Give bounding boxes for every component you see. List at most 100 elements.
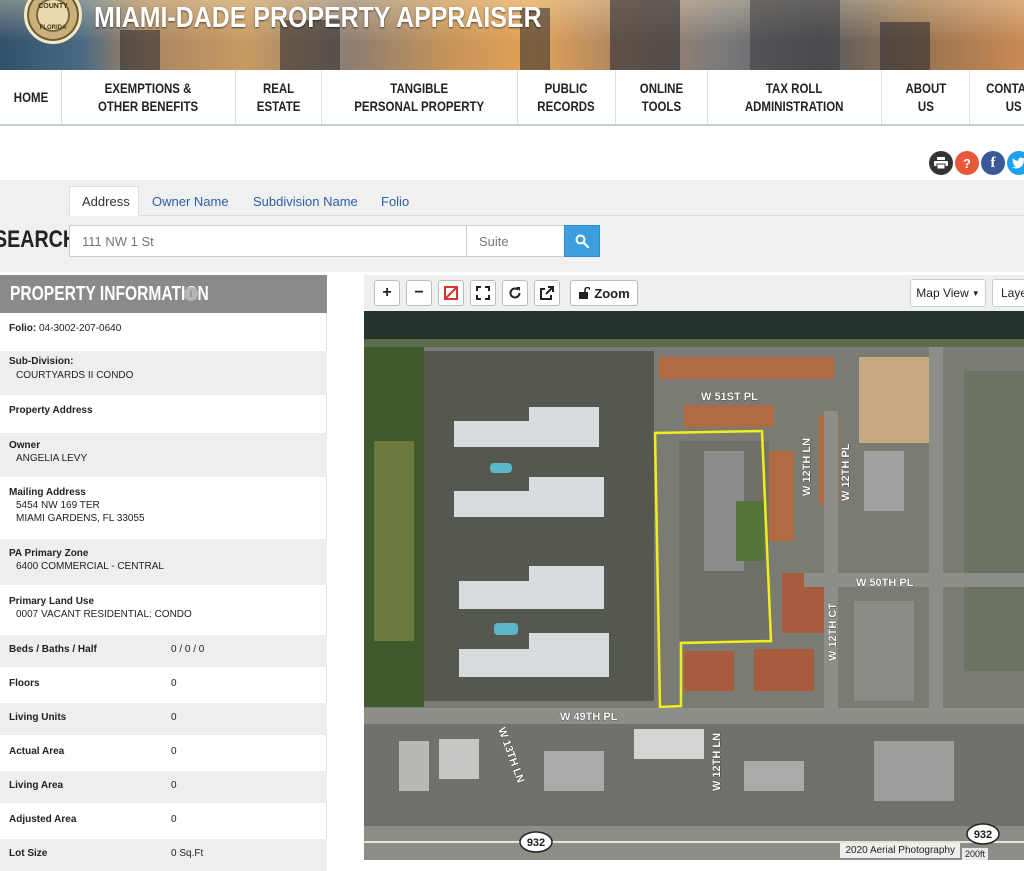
street-label-w-49th-pl: W 49TH PL bbox=[560, 711, 618, 723]
building bbox=[744, 761, 804, 791]
stat-value: 0 bbox=[171, 678, 177, 689]
refresh-icon bbox=[509, 287, 521, 299]
stat-row-floors: Floors 0 bbox=[0, 669, 327, 701]
stat-label: Beds / Baths / Half bbox=[9, 644, 97, 655]
address-search-input[interactable] bbox=[69, 225, 467, 257]
stat-label: Floors bbox=[9, 678, 40, 689]
building bbox=[634, 729, 704, 759]
nav-item-exemptions[interactable]: EXEMPTIONS & OTHER BENEFITS bbox=[62, 70, 236, 124]
road-w-12th-ct bbox=[824, 411, 838, 711]
main-nav: HOME EXEMPTIONS & OTHER BENEFITS REAL ES… bbox=[0, 70, 1024, 126]
route-shield-label: 932 bbox=[974, 829, 992, 841]
twitter-icon[interactable] bbox=[1007, 151, 1024, 175]
nav-item-home[interactable]: HOME bbox=[0, 70, 62, 124]
nav-label: EXEMPTIONS & OTHER BENEFITS bbox=[98, 80, 199, 114]
select-tool-button[interactable] bbox=[438, 280, 464, 306]
info-icon[interactable]: i bbox=[184, 287, 198, 301]
primary-zone-value: 6400 COMMERCIAL - CENTRAL bbox=[16, 561, 164, 572]
property-info-panel: PROPERTY INFORMATION i Folio: 04-3002-20… bbox=[0, 275, 327, 871]
owner-label: Owner bbox=[9, 440, 41, 451]
roof-row bbox=[684, 405, 774, 427]
pool bbox=[494, 623, 518, 635]
neighborhood bbox=[964, 371, 1024, 671]
export-button[interactable] bbox=[534, 280, 560, 306]
street-label-w-12th-ln-south: W 12TH LN bbox=[711, 733, 723, 791]
subdivision-row: Sub-Division: COURTYARDS II CONDO bbox=[0, 351, 327, 395]
nav-item-contact[interactable]: CONTACT US bbox=[970, 70, 1024, 124]
condo-building bbox=[529, 477, 604, 499]
road-w-49th-pl bbox=[364, 708, 1024, 724]
facebook-icon[interactable]: f bbox=[981, 151, 1005, 175]
owner-row: Owner ANGELIA LEVY bbox=[0, 433, 327, 477]
building bbox=[399, 741, 429, 791]
zoom-out-button[interactable]: − bbox=[406, 280, 432, 306]
suite-input[interactable] bbox=[466, 225, 565, 257]
seal-text-top: COUNTY bbox=[38, 3, 68, 10]
street-label-w-50th-pl: W 50TH PL bbox=[856, 577, 914, 589]
site-title[interactable]: MIAMI-DADE PROPERTY APPRAISER bbox=[94, 2, 542, 35]
caret-down-icon: ▼ bbox=[971, 288, 980, 298]
stat-label: Living Area bbox=[9, 780, 64, 791]
nav-label: CONTACT US bbox=[986, 80, 1024, 114]
zoom-lock-button[interactable]: Zoom bbox=[570, 280, 638, 306]
banner-building bbox=[880, 22, 930, 70]
stat-label: Adjusted Area bbox=[9, 814, 77, 825]
refresh-button[interactable] bbox=[502, 280, 528, 306]
stat-row-adjusted-area: Adjusted Area 0 bbox=[0, 805, 327, 837]
export-icon bbox=[540, 286, 554, 300]
nav-label: ONLINE TOOLS bbox=[639, 80, 684, 114]
stat-value: 0 / 0 / 0 bbox=[171, 644, 205, 655]
search-button[interactable] bbox=[564, 225, 600, 257]
help-icon[interactable]: ? bbox=[955, 151, 979, 175]
subdivision-value: COURTYARDS II CONDO bbox=[16, 370, 134, 381]
building bbox=[864, 451, 904, 511]
subdivision-label: Sub-Division: bbox=[9, 356, 74, 367]
primary-zone-label: PA Primary Zone bbox=[9, 548, 89, 559]
map-scale: 200ft bbox=[961, 848, 988, 860]
mailing-address-row: Mailing Address 5454 NW 169 TER MIAMI GA… bbox=[0, 479, 327, 537]
canal bbox=[364, 311, 1024, 339]
map-view-dropdown[interactable]: Map View ▼ bbox=[910, 279, 986, 307]
stat-row-beds: Beds / Baths / Half 0 / 0 / 0 bbox=[0, 635, 327, 667]
stat-row-lot-size: Lot Size 0 Sq.Ft bbox=[0, 839, 327, 871]
parcel-lawn bbox=[736, 501, 764, 561]
roof-row bbox=[684, 651, 734, 691]
property-address-row: Property Address bbox=[0, 397, 327, 431]
tab-owner-name[interactable]: Owner Name bbox=[140, 186, 241, 216]
pool bbox=[490, 463, 512, 473]
banner-building bbox=[120, 30, 160, 70]
nav-item-tax-roll[interactable]: TAX ROLL ADMINISTRATION bbox=[708, 70, 882, 124]
nav-item-online-tools[interactable]: ONLINE TOOLS bbox=[616, 70, 708, 124]
zoom-in-button[interactable]: + bbox=[374, 280, 400, 306]
owner-value: ANGELIA LEVY bbox=[16, 453, 88, 464]
layers-button[interactable]: Laye bbox=[992, 279, 1024, 307]
map-toolbar: + − Zoom Map View ▼ Laye bbox=[364, 275, 1024, 311]
tab-subdivision-name[interactable]: Subdivision Name bbox=[241, 186, 370, 216]
map-attribution: 2020 Aerial Photography bbox=[840, 843, 960, 858]
nav-item-real-estate[interactable]: REAL ESTATE bbox=[236, 70, 322, 124]
stat-row-actual-area: Actual Area 0 bbox=[0, 737, 327, 769]
primary-zone-row: PA Primary Zone 6400 COMMERCIAL - CENTRA… bbox=[0, 539, 327, 585]
print-icon[interactable] bbox=[929, 151, 953, 175]
utility-bar bbox=[0, 142, 1024, 180]
grass-field bbox=[374, 441, 414, 641]
folio-row: Folio: 04-3002-207-0640 bbox=[0, 313, 327, 349]
aerial-map[interactable]: W 51ST PL W 12TH LN W 12TH PL W 50TH PL … bbox=[364, 311, 1024, 860]
building bbox=[544, 751, 604, 791]
building bbox=[859, 357, 929, 443]
stat-row-living-units: Living Units 0 bbox=[0, 703, 327, 735]
mailing-line-2: MIAMI GARDENS, FL 33055 bbox=[16, 513, 145, 524]
condo-building bbox=[529, 407, 599, 429]
street-label-w-12th-pl: W 12TH PL bbox=[840, 443, 852, 501]
tab-folio[interactable]: Folio bbox=[369, 186, 421, 216]
fullscreen-icon bbox=[476, 286, 490, 300]
route-shield-label: 932 bbox=[527, 837, 545, 849]
nav-item-tangible-property[interactable]: TANGIBLE PERSONAL PROPERTY bbox=[322, 70, 518, 124]
nav-label: HOME bbox=[13, 89, 48, 105]
unlock-icon bbox=[579, 287, 591, 299]
tab-address[interactable]: Address bbox=[69, 186, 139, 216]
nav-item-about[interactable]: ABOUT US bbox=[882, 70, 970, 124]
folio-label: Folio: bbox=[9, 323, 37, 334]
nav-item-public-records[interactable]: PUBLIC RECORDS bbox=[518, 70, 616, 124]
fullscreen-button[interactable] bbox=[470, 280, 496, 306]
